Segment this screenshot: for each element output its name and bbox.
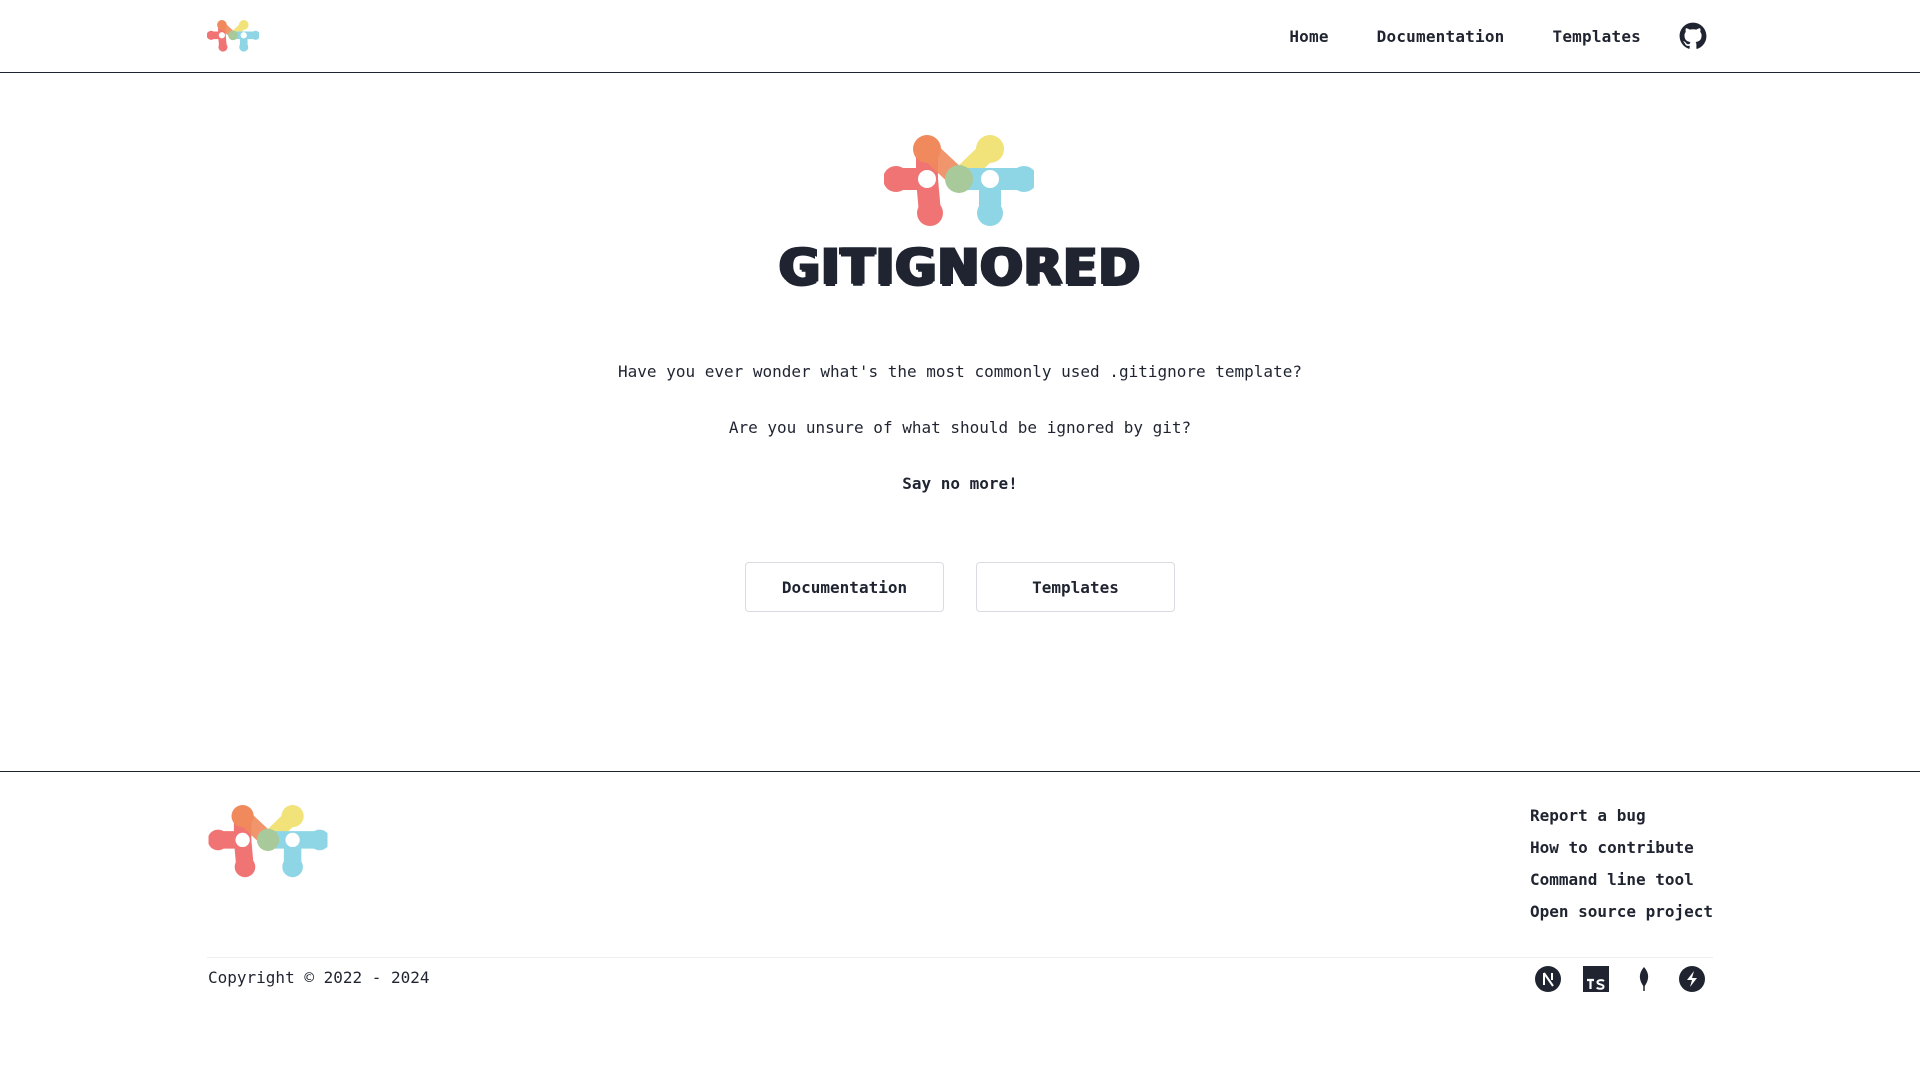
hero-tagline: Say no more! — [902, 474, 1018, 493]
footer-links: Report a bug How to contribute Command l… — [1530, 806, 1713, 934]
nav-documentation[interactable]: Documentation — [1377, 27, 1505, 46]
brand-title: GITIGNORED — [779, 238, 1141, 296]
supabase-icon[interactable] — [1678, 965, 1706, 993]
list-item: Open source project — [1530, 902, 1713, 934]
copyright-text: Copyright © 2022 - 2024 — [208, 968, 430, 987]
footer-divider — [207, 957, 1713, 958]
gitignored-logo-icon — [207, 805, 329, 878]
github-icon[interactable] — [1679, 22, 1707, 50]
typescript-icon[interactable] — [1582, 965, 1610, 993]
gitignored-logo-icon — [884, 135, 1034, 227]
tech-stack — [1514, 965, 1706, 993]
site-footer: Report a bug How to contribute Command l… — [0, 771, 1920, 1080]
list-item: Report a bug — [1530, 806, 1713, 838]
report-bug-link[interactable]: Report a bug — [1530, 806, 1646, 825]
site-header: Home Documentation Templates — [0, 0, 1920, 73]
nextjs-icon[interactable] — [1534, 965, 1562, 993]
documentation-button[interactable]: Documentation — [745, 562, 944, 612]
list-item: How to contribute — [1530, 838, 1713, 870]
command-line-tool-link[interactable]: Command line tool — [1530, 870, 1694, 889]
templates-button[interactable]: Templates — [976, 562, 1175, 612]
gitignored-logo-icon[interactable] — [207, 19, 259, 53]
nav-templates[interactable]: Templates — [1553, 27, 1642, 46]
how-to-contribute-link[interactable]: How to contribute — [1530, 838, 1694, 857]
main-nav: Home Documentation Templates — [1241, 0, 1707, 72]
mongodb-icon[interactable] — [1630, 965, 1658, 993]
hero-question-1: Have you ever wonder what's the most com… — [618, 362, 1302, 381]
open-source-project-link[interactable]: Open source project — [1530, 902, 1713, 921]
list-item: Command line tool — [1530, 870, 1713, 902]
nav-home[interactable]: Home — [1289, 27, 1328, 46]
hero-question-2: Are you unsure of what should be ignored… — [728, 418, 1192, 437]
